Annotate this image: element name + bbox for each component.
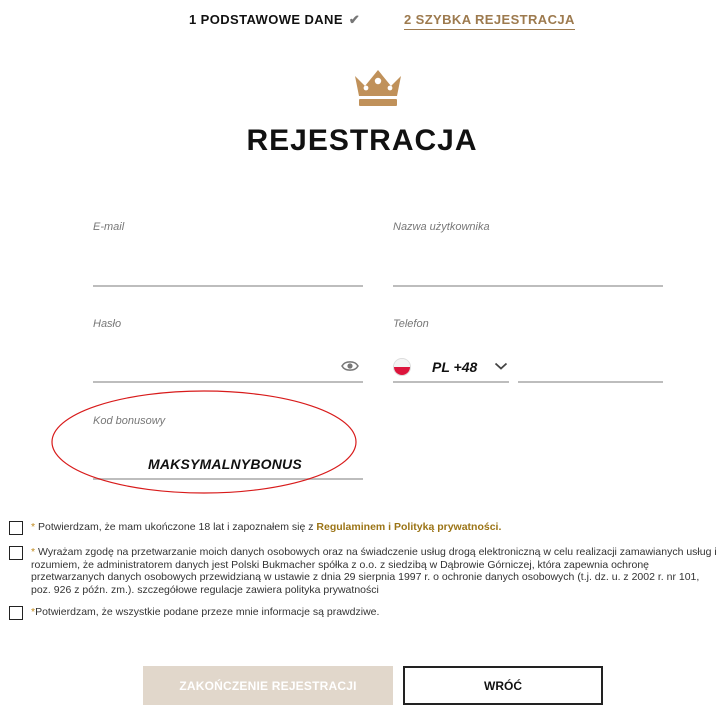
password-underline [93,381,363,383]
email-input[interactable] [93,252,363,280]
step-quick-registration[interactable]: 2 SZYBKA REJESTRACJA [404,12,575,30]
step-basic-data-label: 1 PODSTAWOWE DANE [189,12,343,27]
crown-logo-icon [355,70,401,106]
privacy-policy-link[interactable]: Polityką prywatności. [394,521,501,533]
bonus-code-underline [93,478,363,480]
registration-steps: 1 PODSTAWOWE DANE ✔ 2 SZYBKA REJESTRACJA [0,12,724,32]
username-label: Nazwa użytkownika [393,221,490,233]
email-underline [93,285,363,287]
email-label: E-mail [93,221,125,233]
step-basic-data: 1 PODSTAWOWE DANE ✔ [189,12,360,28]
bonus-code-input[interactable]: MAKSYMALNYBONUS [148,456,302,472]
username-input[interactable] [393,252,663,280]
eye-icon[interactable] [341,359,359,373]
check-icon: ✔ [348,12,361,27]
consent-true-info-row: *Potwierdzam, że wszystkie podane przeze… [9,606,721,620]
consent-data-processing-label: Wyrażam zgodę na przetwarzanie moich dan… [31,546,717,596]
back-button[interactable]: WRÓĆ [403,666,603,705]
consent-true-info-text: *Potwierdzam, że wszystkie podane przeze… [31,606,721,619]
chevron-down-icon[interactable] [494,361,508,371]
consent-true-info-checkbox[interactable] [9,606,23,620]
consent-data-processing-checkbox[interactable] [9,546,23,560]
and-word: i [388,521,392,533]
password-label: Hasło [93,318,122,330]
consent-age-terms-row: * Potwierdzam, że mam ukończone 18 lat i… [9,521,721,535]
consent-data-processing-text: * Wyrażam zgodę na przetwarzanie moich d… [31,546,721,596]
phone-prefix-select[interactable]: PL +48 [432,359,477,375]
consent-age-terms-label: Potwierdzam, że mam ukończone 18 lat i z… [35,521,317,533]
phone-label: Telefon [393,318,429,330]
terms-link[interactable]: Regulaminem [316,521,385,533]
consent-data-processing-row: * Wyrażam zgodę na przetwarzanie moich d… [9,546,721,596]
bonus-code-label: Kod bonusowy [93,415,166,427]
finish-registration-button[interactable]: ZAKOŃCZENIE REJESTRACJI [143,666,393,705]
consent-true-info-label: Potwierdzam, że wszystkie podane przeze … [35,606,380,618]
phone-underline [518,381,663,383]
username-underline [393,285,663,287]
poland-flag-icon [393,358,411,376]
password-input[interactable] [93,350,333,378]
consent-age-terms-checkbox[interactable] [9,521,23,535]
phone-input[interactable] [518,350,663,378]
phone-prefix-underline [393,381,509,383]
page-title: REJESTRACJA [246,124,478,157]
consent-age-terms-text: * Potwierdzam, że mam ukończone 18 lat i… [31,521,721,534]
